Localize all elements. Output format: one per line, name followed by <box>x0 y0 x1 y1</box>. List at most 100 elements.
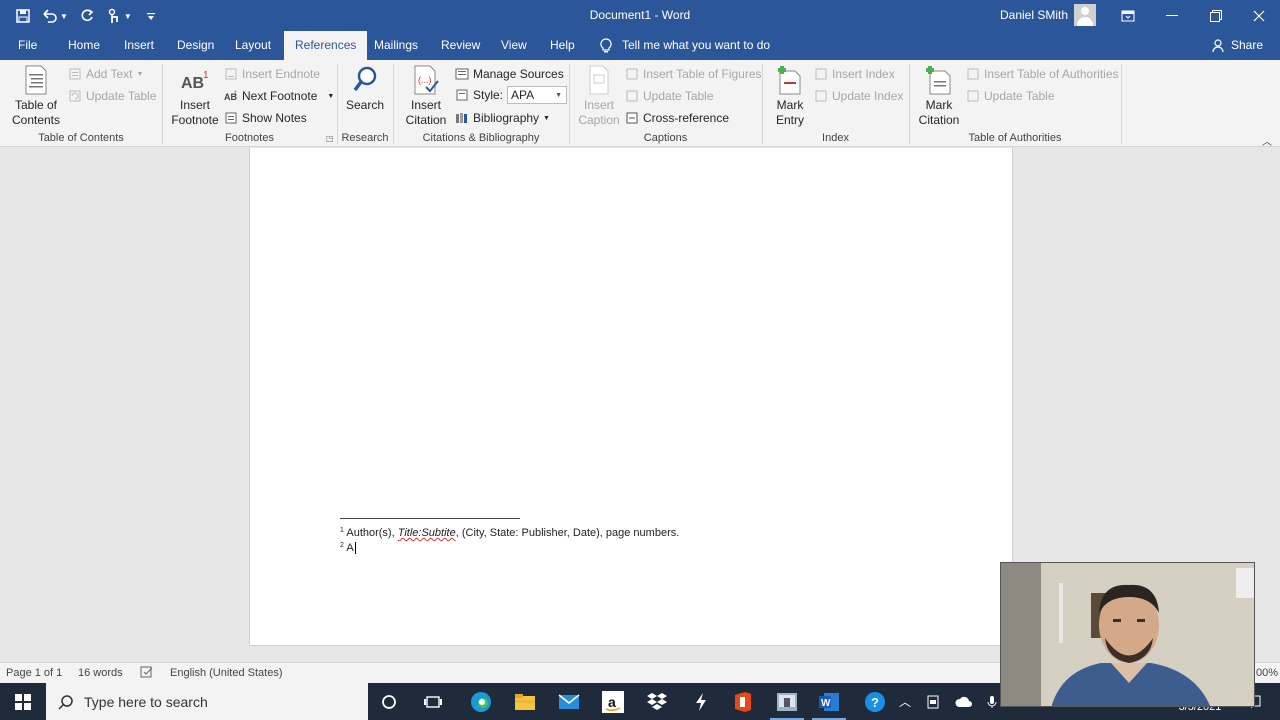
tell-me-text: Tell me what you want to do <box>622 38 771 52</box>
update-index-button[interactable]: Update Index <box>814 87 903 105</box>
footnote-2-text: A <box>346 542 354 554</box>
footnote-2[interactable]: 2 A <box>340 542 356 555</box>
cortana-icon[interactable] <box>368 683 410 720</box>
file-explorer-icon[interactable] <box>504 683 546 720</box>
taskbar-search-placeholder: Type here to search <box>84 693 208 710</box>
mark-citation-button[interactable]: Mark Citation <box>914 64 964 128</box>
mark-citation-label: Mark Citation <box>918 98 960 127</box>
manage-sources-icon <box>455 67 469 81</box>
tab-file[interactable]: File <box>18 31 37 60</box>
language-indicator[interactable]: English (United States) <box>170 667 283 679</box>
footnote-1[interactable]: 1 Author(s), Title:Subtite, (City, State… <box>340 527 679 539</box>
tab-view[interactable]: View <box>501 31 527 60</box>
insert-endnote-button[interactable]: Insert Endnote <box>224 65 320 83</box>
citation-style-dropdown[interactable]: APA ▼ <box>507 86 568 104</box>
update-figures-table-button[interactable]: Update Table <box>625 87 714 105</box>
mail-icon[interactable] <box>548 683 590 720</box>
collapse-ribbon-icon[interactable]: ︿ <box>1262 133 1272 148</box>
microphone-icon[interactable] <box>982 683 1002 720</box>
manage-sources-label: Manage Sources <box>473 67 564 81</box>
add-text-button[interactable]: Add Text ▼ <box>68 65 143 83</box>
dropbox-icon[interactable] <box>636 683 678 720</box>
edge-browser-icon[interactable] <box>460 683 502 720</box>
show-notes-button[interactable]: Show Notes <box>224 109 307 127</box>
restore-icon[interactable] <box>1194 0 1238 31</box>
footnote-2-number: 2 <box>340 542 344 549</box>
tab-references[interactable]: References <box>284 31 368 60</box>
cross-reference-button[interactable]: Cross-reference <box>625 109 729 127</box>
insert-caption-label: Insert Caption <box>578 98 620 127</box>
tab-layout[interactable]: Layout <box>235 31 271 60</box>
insert-caption-button[interactable]: Insert Caption <box>576 64 622 128</box>
tell-me-search[interactable]: Tell me what you want to do <box>600 31 770 60</box>
tab-review[interactable]: Review <box>441 31 480 60</box>
zoom-level[interactable]: 00% <box>1256 667 1278 679</box>
user-name[interactable]: Daniel SMith <box>1000 8 1068 22</box>
tab-design[interactable]: Design <box>177 31 214 60</box>
tray-chevron-up-icon[interactable]: ︿ <box>896 683 914 720</box>
proofing-icon[interactable] <box>140 666 154 681</box>
insert-table-of-authorities-button[interactable]: Insert Table of Authorities <box>966 65 1119 83</box>
insert-index-button[interactable]: Insert Index <box>814 65 895 83</box>
group-label-research: Research <box>341 132 389 144</box>
windows-start-icon[interactable] <box>0 683 46 720</box>
close-icon[interactable] <box>1237 0 1280 31</box>
group-label-footnotes: Footnotes <box>225 132 274 144</box>
update-table-icon <box>966 89 980 103</box>
ribbon-display-options-icon[interactable] <box>1106 0 1150 31</box>
table-of-contents-button[interactable]: Table of Contents <box>8 64 64 128</box>
insert-endnote-label: Insert Endnote <box>242 67 321 81</box>
references-ribbon: Table of Contents Add Text ▼ Update Table… <box>0 60 1280 148</box>
update-table-icon <box>625 89 639 103</box>
style-icon <box>455 88 469 102</box>
svg-text:?: ? <box>871 695 879 710</box>
show-notes-label: Show Notes <box>242 111 307 125</box>
word-count[interactable]: 16 words <box>78 667 123 679</box>
insert-table-of-figures-button[interactable]: Insert Table of Figures <box>625 65 762 83</box>
share-button[interactable]: Share <box>1212 31 1263 60</box>
taskbar-search-input[interactable]: Type here to search <box>46 683 368 720</box>
search-label: Search <box>345 98 385 112</box>
ribbon-tab-bar: File Home Insert Design Layout Reference… <box>0 31 1280 60</box>
add-text-icon <box>68 67 82 81</box>
tab-home[interactable]: Home <box>68 31 100 60</box>
help-icon[interactable]: ? <box>854 683 896 720</box>
search-button[interactable]: Search <box>342 64 388 113</box>
group-separator <box>1121 64 1122 144</box>
tab-mailings[interactable]: Mailings <box>374 31 418 60</box>
app-window-icon[interactable] <box>766 683 808 720</box>
insert-footnote-button[interactable]: AB 1 Insert Footnote <box>168 64 222 128</box>
minimize-icon[interactable] <box>1150 0 1194 31</box>
bibliography-button[interactable]: Bibliography ▼ <box>455 109 550 127</box>
insert-table-of-figures-label: Insert Table of Figures <box>643 67 762 81</box>
update-toc-label: Update Table <box>86 89 157 103</box>
table-of-figures-icon <box>625 67 639 81</box>
insert-citation-icon: (...) <box>410 64 442 96</box>
search-icon <box>58 694 73 710</box>
next-footnote-label: Next Footnote <box>242 89 318 103</box>
footnote-1-number: 1 <box>340 527 344 534</box>
update-toc-button[interactable]: Update Table <box>68 87 157 105</box>
word-icon[interactable]: W <box>808 683 850 720</box>
tab-help[interactable]: Help <box>550 31 575 60</box>
document-page[interactable]: 1 Author(s), Title:Subtite, (City, State… <box>249 148 1013 646</box>
avatar[interactable] <box>1074 4 1096 26</box>
mark-entry-button[interactable]: Mark Entry <box>768 64 812 128</box>
onedrive-icon[interactable] <box>952 683 976 720</box>
svg-text:AB: AB <box>181 75 204 92</box>
amazon-icon[interactable]: a <box>592 683 634 720</box>
dialog-launcher-icon[interactable]: ◳ <box>326 134 334 143</box>
tray-app-icon[interactable] <box>922 683 944 720</box>
cross-reference-icon <box>625 111 639 125</box>
update-toa-button[interactable]: Update Table <box>966 87 1055 105</box>
next-footnote-button[interactable]: AB 1 Next Footnote ▼ <box>224 87 334 105</box>
manage-sources-button[interactable]: Manage Sources <box>455 65 564 83</box>
task-view-icon[interactable] <box>412 683 454 720</box>
page-count[interactable]: Page 1 of 1 <box>6 667 62 679</box>
tab-insert[interactable]: Insert <box>124 31 154 60</box>
insert-citation-button[interactable]: (...) Insert Citation <box>398 64 454 128</box>
presenter-video-image <box>1001 563 1254 706</box>
office-icon[interactable] <box>722 683 764 720</box>
group-label-authorities: Table of Authorities <box>968 132 1062 144</box>
app-lightning-icon[interactable] <box>680 683 722 720</box>
